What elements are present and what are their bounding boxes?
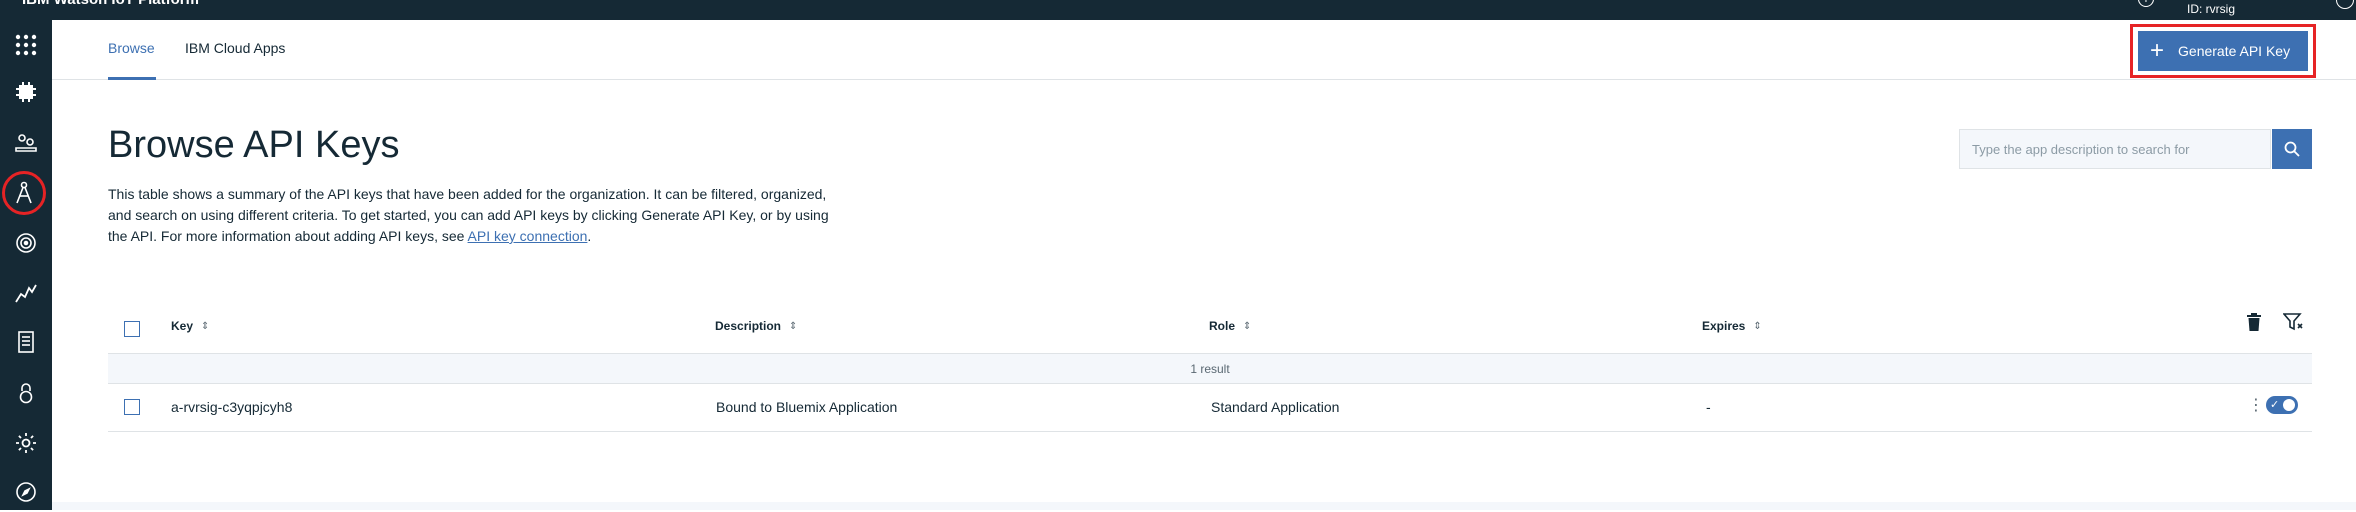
search-input[interactable] [1959, 129, 2271, 169]
page-title: Browse API Keys [108, 124, 400, 166]
column-header-role[interactable]: Role ⇕ [1209, 319, 1251, 333]
tab-browse[interactable]: Browse [108, 40, 155, 56]
apps-icon[interactable] [2, 171, 46, 215]
select-all-checkbox[interactable] [124, 321, 140, 337]
search-icon [2284, 141, 2300, 157]
cell-key: a-rvrsig-c3yqpjcyh8 [171, 399, 293, 415]
column-header-expires[interactable]: Expires ⇕ [1702, 319, 1762, 333]
sort-icon: ⇕ [789, 321, 798, 333]
sort-icon: ⇕ [1243, 321, 1252, 333]
settings-icon[interactable] [6, 423, 46, 463]
column-label-expires: Expires [1702, 319, 1746, 333]
tab-bar: Browse IBM Cloud Apps [52, 20, 2356, 80]
compass-icon[interactable] [6, 472, 46, 512]
tab-ibm-cloud-apps[interactable]: IBM Cloud Apps [185, 40, 285, 56]
filter-icon[interactable] [2282, 313, 2303, 336]
check-icon: ✓ [2270, 399, 2280, 411]
enabled-toggle[interactable]: ✓ [2266, 396, 2298, 414]
top-header: IBM Watson IoT Platform i ID: rvrsig [0, 0, 2356, 20]
api-key-connection-link[interactable]: API key connection [468, 228, 588, 244]
analytics-icon[interactable] [6, 223, 46, 263]
generate-api-key-button[interactable]: + Generate API Key [2138, 31, 2308, 71]
table-row[interactable]: a-rvrsig-c3yqpjcyh8 Bound to Bluemix App… [108, 384, 2312, 432]
sidebar [0, 20, 52, 510]
column-label-role: Role [1209, 319, 1236, 333]
cell-role: Standard Application [1211, 399, 1340, 415]
members-icon[interactable] [6, 122, 46, 162]
delete-icon[interactable] [2246, 313, 2262, 336]
security-icon[interactable] [6, 373, 46, 413]
page-description: This table shows a summary of the API ke… [108, 184, 838, 247]
cell-expires: - [1706, 399, 1711, 415]
product-name: IBM Watson IoT Platform [22, 0, 199, 8]
description-suffix: . [587, 228, 592, 244]
table-header: Key ⇕ Description ⇕ Role ⇕ Expires ⇕ [108, 306, 2312, 354]
app-grid-icon[interactable] [6, 25, 46, 65]
overflow-menu-icon[interactable]: ⋮ [2248, 398, 2264, 414]
result-count: 1 result [108, 354, 2312, 384]
user-avatar-icon[interactable] [2336, 0, 2354, 9]
column-label-description: Description [715, 319, 782, 333]
plus-icon: + [2150, 37, 2165, 64]
column-label-key: Key [171, 319, 194, 333]
devices-icon[interactable] [6, 72, 46, 112]
cell-description: Bound to Bluemix Application [716, 399, 898, 415]
active-tab-indicator [108, 77, 156, 80]
help-icon[interactable]: i [2138, 0, 2154, 7]
toggle-knob [2283, 399, 2295, 411]
org-id: ID: rvrsig [2187, 2, 2235, 16]
sort-icon: ⇕ [201, 321, 210, 333]
footer-strip [52, 502, 2356, 510]
rules-icon[interactable] [6, 273, 46, 313]
sort-icon: ⇕ [1753, 321, 1762, 333]
column-header-key[interactable]: Key ⇕ [171, 319, 209, 333]
reports-icon[interactable] [6, 322, 46, 362]
row-checkbox[interactable] [124, 399, 140, 415]
column-header-description[interactable]: Description ⇕ [715, 319, 797, 333]
generate-api-key-label: Generate API Key [2178, 43, 2291, 59]
search-button[interactable] [2272, 129, 2312, 169]
